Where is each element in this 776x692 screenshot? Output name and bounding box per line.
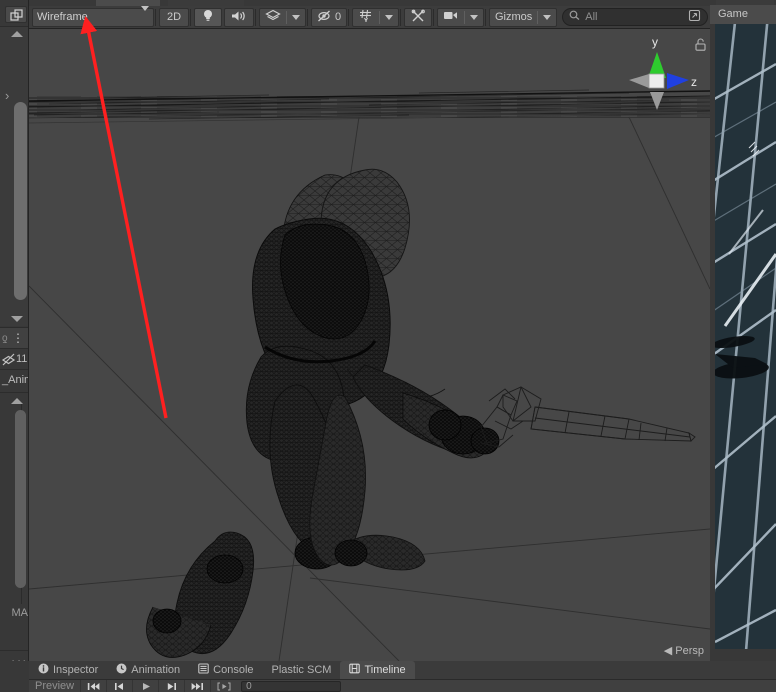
left-dock-strip: › ƍ ⋮ 11 _Anim MA M: [0, 0, 29, 692]
gizmos-label: Gizmos: [495, 11, 533, 23]
mode-2d-label: 2D: [166, 11, 182, 23]
tab-inspector[interactable]: Inspector: [29, 661, 107, 679]
animation-clip-row[interactable]: _Anim: [0, 369, 28, 390]
audio-toggle-button[interactable]: [224, 7, 254, 27]
scene-search-placeholder: All: [585, 11, 598, 23]
scene-camera-icon: [443, 10, 459, 24]
sword-wireframe: [480, 386, 696, 448]
toggle-2d-button[interactable]: 2D: [159, 7, 189, 27]
tab-game[interactable]: Game: [710, 5, 776, 24]
projection-mode-label[interactable]: ◀ Persp: [664, 644, 704, 657]
scene-search-field[interactable]: All: [562, 8, 708, 26]
bottom-dock: Inspector Animation Console Plastic SCM …: [0, 661, 776, 692]
effects-button[interactable]: [260, 9, 286, 26]
tools-icon: [411, 9, 426, 26]
scene-camera-group[interactable]: [437, 7, 484, 27]
preview-toggle[interactable]: Preview: [29, 680, 80, 692]
scene-view-panel: Wireframe 2D 0 Gizmos All y z ◀ Persp: [29, 6, 710, 661]
grid-toggle-group[interactable]: [352, 7, 399, 27]
panel-header-row: ƍ ⋮: [0, 327, 28, 348]
skip-to-start-icon[interactable]: [80, 680, 106, 692]
left-text-fragment-1: MA: [11, 607, 29, 619]
kebab-menu-icon[interactable]: ⋮: [12, 331, 24, 346]
console-icon: [198, 663, 209, 677]
expand-window-icon[interactable]: [5, 6, 27, 23]
scene-tools-button[interactable]: [404, 7, 432, 27]
maximize-icon[interactable]: [688, 9, 701, 25]
grid-visibility-icon: [358, 9, 374, 26]
game-view-panel: Game Game: [710, 0, 776, 661]
shading-mode-dropdown[interactable]: Wireframe: [32, 6, 154, 27]
svg-text:z: z: [691, 75, 697, 89]
tab-inspector-label: Inspector: [53, 664, 99, 676]
play-icon[interactable]: [132, 680, 158, 692]
eye-slash-icon: [317, 10, 332, 25]
search-icon: [569, 10, 580, 24]
chevron-down-icon: [470, 14, 478, 20]
play-range-icon[interactable]: [210, 680, 236, 692]
grid-visibility-button[interactable]: [353, 9, 379, 26]
tab-plastic-scm[interactable]: Plastic SCM: [263, 661, 341, 679]
grid-dropdown[interactable]: [380, 9, 398, 26]
hidden-objects-count: 0: [334, 11, 342, 23]
tab-console-label: Console: [213, 664, 254, 676]
chevron-down-icon: [385, 14, 393, 20]
expand-chevron-icon[interactable]: ›: [5, 89, 9, 102]
unity-editor-window: Scene Animator › ƍ ⋮: [0, 0, 776, 692]
effects-dropdown[interactable]: [287, 9, 305, 26]
scene-wireframe-render: [29, 89, 710, 661]
chevron-down-icon: [133, 6, 149, 23]
chevron-down-icon: [543, 14, 552, 20]
layers-count: 11: [16, 353, 28, 365]
game-view-render[interactable]: [715, 24, 776, 649]
gizmos-button[interactable]: Gizmos: [490, 9, 537, 26]
scene-viewport[interactable]: y z ◀ Persp: [29, 29, 710, 661]
animation-clip-label: _Anim: [2, 374, 28, 386]
lighting-toggle-button[interactable]: [194, 7, 222, 27]
hidden-objects-button[interactable]: 0: [311, 7, 347, 27]
chevron-down-icon: [292, 14, 300, 20]
clock-icon: [116, 663, 127, 677]
gizmos-dropdown[interactable]: [538, 9, 556, 26]
info-icon: [38, 663, 49, 677]
speaker-icon: [231, 10, 247, 25]
previous-frame-icon[interactable]: [106, 680, 132, 692]
svg-text:y: y: [652, 35, 658, 49]
tab-animation[interactable]: Animation: [107, 661, 189, 679]
gizmos-group[interactable]: Gizmos: [489, 7, 558, 27]
scroll-down-arrow[interactable]: [11, 316, 23, 322]
lightbulb-icon: [202, 9, 214, 25]
layers-row[interactable]: 11: [0, 348, 28, 369]
divider: [0, 392, 28, 393]
scene-toolbar: Wireframe 2D 0 Gizmos All: [29, 6, 710, 29]
film-icon: [349, 663, 361, 677]
tab-plastic-scm-label: Plastic SCM: [271, 664, 332, 676]
timeline-options-dropdown[interactable]: [360, 680, 369, 692]
effects-toggle-group[interactable]: [259, 7, 306, 27]
horizon-wireframe-band: [29, 89, 710, 124]
tab-animation-label: Animation: [131, 664, 181, 676]
tab-console[interactable]: Console: [189, 661, 262, 679]
timeline-playback-toolbar: Preview 0: [29, 680, 776, 692]
scene-orientation-gizmo[interactable]: y z: [621, 32, 706, 140]
bottom-tab-bar: Inspector Animation Console Plastic SCM …: [29, 661, 776, 680]
shading-mode-label: Wireframe: [37, 11, 88, 23]
divider: [0, 650, 28, 651]
lower-scrollbar-thumb[interactable]: [15, 410, 26, 588]
tab-timeline-label: Timeline: [364, 664, 406, 676]
tab-timeline[interactable]: Timeline: [340, 661, 415, 679]
effects-layers-icon: [265, 9, 281, 25]
next-frame-icon[interactable]: [158, 680, 184, 692]
scene-camera-button[interactable]: [438, 9, 464, 26]
scroll-up-arrow[interactable]: [11, 31, 23, 37]
left-scroll-area[interactable]: ›: [0, 26, 28, 326]
panel-header-fragment: ƍ: [2, 333, 8, 344]
scrollbar-thumb[interactable]: [14, 102, 27, 300]
timeline-frame-field[interactable]: 0: [241, 680, 342, 692]
skip-to-end-icon[interactable]: [184, 680, 210, 692]
scene-camera-dropdown[interactable]: [465, 9, 483, 26]
paint-layers-icon: [1, 352, 16, 369]
